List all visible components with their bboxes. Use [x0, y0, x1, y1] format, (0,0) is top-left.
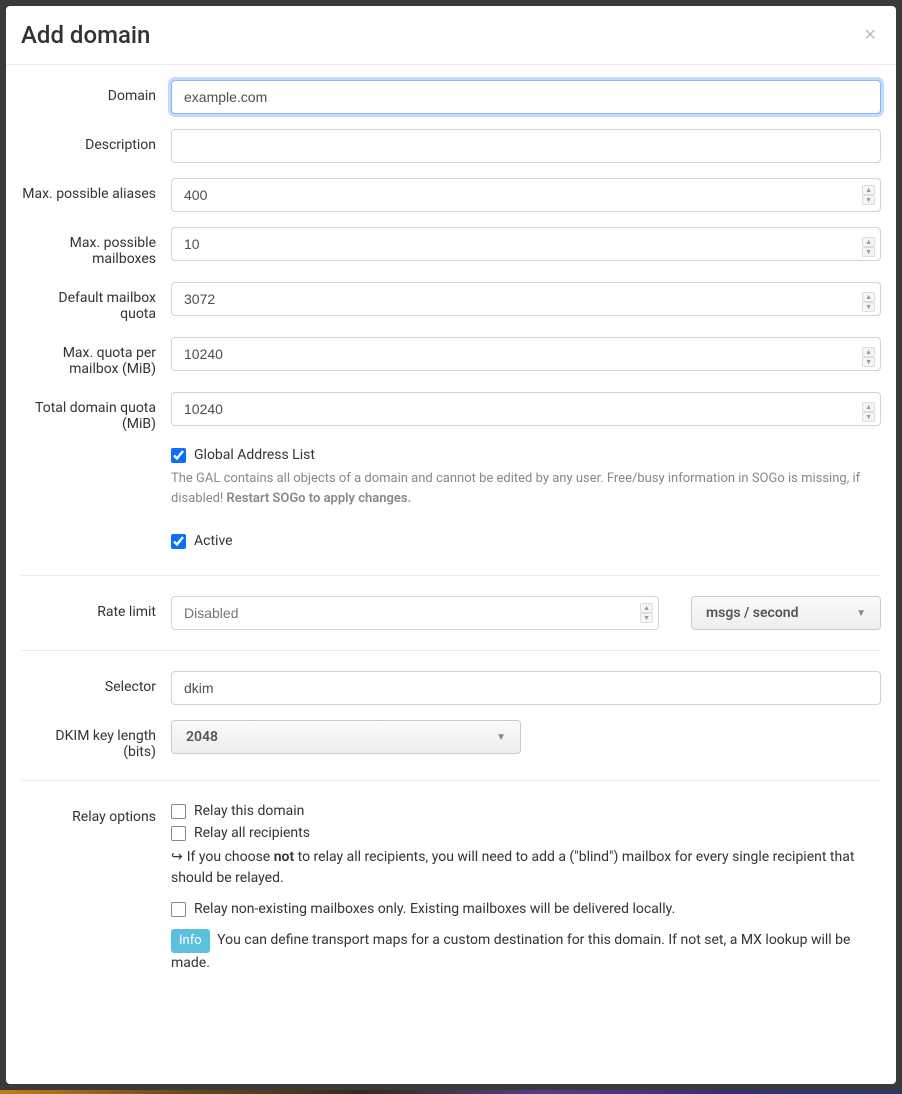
- rate-limit-input[interactable]: [171, 596, 659, 630]
- relay-all-label: Relay all recipients: [194, 825, 310, 841]
- relay-label: Relay options: [21, 801, 171, 974]
- max-quota-input[interactable]: [171, 337, 881, 371]
- dkim-length-select[interactable]: 2048 ▼: [171, 720, 521, 754]
- arrow-right-icon: ↪: [171, 847, 183, 868]
- relay-all-checkbox[interactable]: [171, 826, 186, 841]
- modal-title: Add domain: [21, 21, 150, 49]
- spinner-up-icon[interactable]: ▲: [862, 402, 875, 412]
- max-aliases-input[interactable]: [171, 178, 881, 212]
- domain-input[interactable]: [171, 80, 881, 114]
- description-input[interactable]: [171, 129, 881, 163]
- relay-note: ↪If you choose not to relay all recipien…: [171, 847, 881, 889]
- caret-down-icon: ▼: [856, 608, 866, 619]
- caret-down-icon: ▼: [496, 732, 506, 743]
- modal-body: Domain Description Max. possible aliases…: [6, 65, 896, 1004]
- selector-input[interactable]: [171, 671, 881, 705]
- relay-domain-checkbox[interactable]: [171, 804, 186, 819]
- max-mailboxes-input[interactable]: [171, 227, 881, 261]
- spinner-down-icon[interactable]: ▼: [862, 247, 875, 257]
- rate-unit-value: msgs / second: [706, 605, 798, 621]
- spinner-up-icon[interactable]: ▲: [862, 347, 875, 357]
- selector-label: Selector: [21, 671, 171, 705]
- spinner-down-icon[interactable]: ▼: [862, 357, 875, 367]
- default-quota-input[interactable]: [171, 282, 881, 316]
- gal-help-text: The GAL contains all objects of a domain…: [171, 469, 881, 508]
- spinner-down-icon[interactable]: ▼: [862, 302, 875, 312]
- active-checkbox[interactable]: [171, 534, 186, 549]
- separator: [21, 575, 881, 576]
- relay-nonexist-checkbox[interactable]: [171, 902, 186, 917]
- rate-limit-label: Rate limit: [21, 596, 171, 630]
- dkim-length-label: DKIM key length (bits): [21, 720, 171, 760]
- info-badge: Info: [171, 929, 210, 953]
- close-button[interactable]: ×: [859, 25, 881, 45]
- max-aliases-label: Max. possible aliases: [21, 178, 171, 212]
- spinner-down-icon[interactable]: ▼: [862, 412, 875, 422]
- relay-nonexist-label: Relay non-existing mailboxes only. Exist…: [194, 901, 675, 917]
- gal-checkbox-label: Global Address List: [194, 447, 315, 463]
- modal-header: Add domain ×: [6, 6, 896, 65]
- active-checkbox-label: Active: [194, 533, 233, 549]
- default-quota-label: Default mailbox quota: [21, 282, 171, 322]
- dkim-length-value: 2048: [186, 729, 218, 745]
- gal-checkbox[interactable]: [171, 448, 186, 463]
- rate-unit-select[interactable]: msgs / second ▼: [691, 596, 881, 630]
- relay-domain-label: Relay this domain: [194, 803, 304, 819]
- spinner-down-icon[interactable]: ▼: [862, 195, 875, 205]
- separator: [21, 650, 881, 651]
- add-domain-modal: Add domain × Domain Description Max. pos…: [6, 6, 896, 1084]
- total-quota-label: Total domain quota (MiB): [21, 392, 171, 432]
- description-label: Description: [21, 129, 171, 163]
- separator: [21, 780, 881, 781]
- spinner-up-icon[interactable]: ▲: [640, 603, 653, 613]
- total-quota-input[interactable]: [171, 392, 881, 426]
- spinner-up-icon[interactable]: ▲: [862, 185, 875, 195]
- spinner-up-icon[interactable]: ▲: [862, 237, 875, 247]
- domain-label: Domain: [21, 80, 171, 114]
- footer-gradient: [0, 1090, 902, 1094]
- relay-info-note: Info You can define transport maps for a…: [171, 929, 881, 974]
- max-quota-label: Max. quota per mailbox (MiB): [21, 337, 171, 377]
- spinner-up-icon[interactable]: ▲: [862, 292, 875, 302]
- max-mailboxes-label: Max. possible mailboxes: [21, 227, 171, 267]
- spinner-down-icon[interactable]: ▼: [640, 613, 653, 623]
